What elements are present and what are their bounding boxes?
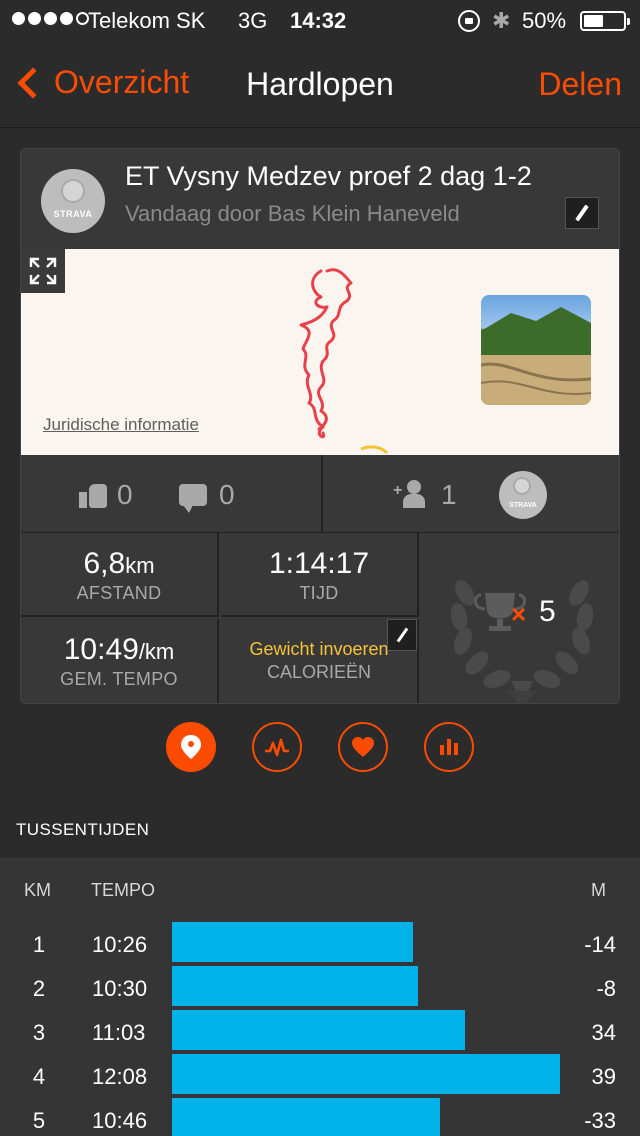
time-value: 1:14:17 xyxy=(268,547,370,580)
activity-card: STRAVA ET Vysny Medzev proef 2 dag 1-2 V… xyxy=(20,148,620,704)
tab-analysis[interactable] xyxy=(252,722,302,772)
table-row[interactable]: 2 10:30 -8 xyxy=(0,902,640,1006)
split-elevation: -33 xyxy=(584,1108,616,1133)
clock: 14:32 xyxy=(290,8,347,33)
battery-percentage: 50% xyxy=(522,8,567,33)
stat-distance: 6,8km AFSTAND xyxy=(21,533,219,617)
avatar-brand: STRAVA xyxy=(53,209,93,219)
status-bar: Telekom SK 3G 14:32 ✱ 50% xyxy=(0,0,640,42)
signal-strength-icon xyxy=(12,12,89,25)
achievements-multiplier: × xyxy=(511,599,527,629)
stat-calories[interactable]: Gewicht invoeren CALORIEËN xyxy=(221,619,419,703)
map-pin-icon xyxy=(181,735,201,759)
split-km: 5 xyxy=(32,1108,46,1133)
tab-map[interactable] xyxy=(166,722,216,772)
pencil-icon xyxy=(396,627,408,643)
splits-section-title: TUSSENTIJDEN xyxy=(16,820,150,839)
tab-splits[interactable] xyxy=(424,722,474,772)
activity-tabs xyxy=(0,722,640,772)
thumbs-up-icon xyxy=(79,482,107,508)
expand-map-button[interactable] xyxy=(21,249,65,293)
activity-title: ET Vysny Medzev proef 2 dag 1-2 xyxy=(125,161,532,191)
battery-icon xyxy=(580,11,630,31)
pace-value: 10:49 xyxy=(63,633,139,666)
activity-photo[interactable] xyxy=(481,295,591,405)
distance-value: 6,8 xyxy=(83,547,126,580)
social-bar: 0 0 + 1 STRAVA xyxy=(21,455,619,533)
distance-label: AFSTAND xyxy=(76,583,162,603)
table-row[interactable]: 1 10:26 -14 xyxy=(0,858,640,962)
pace-label: GEM. TEMPO xyxy=(60,669,178,689)
kudos-count: 0 xyxy=(117,479,133,510)
split-tempo: 10:46 xyxy=(92,1108,148,1133)
table-row[interactable]: 5 10:46 -33 xyxy=(0,1034,640,1136)
stat-pace: 10:49/km GEM. TEMPO xyxy=(21,619,219,703)
comments-button[interactable]: 0 xyxy=(179,479,235,513)
pace-unit: /km xyxy=(138,639,175,664)
pencil-icon xyxy=(575,204,589,222)
edit-activity-button[interactable] xyxy=(565,197,599,229)
expand-icon xyxy=(29,257,57,285)
group-athlete-avatar[interactable]: STRAVA xyxy=(499,471,547,519)
activity-graph-icon xyxy=(265,738,289,757)
athletes-count: 1 xyxy=(441,479,457,510)
kudos-button[interactable]: 0 xyxy=(79,479,133,511)
divider xyxy=(321,455,323,533)
share-button[interactable]: Delen xyxy=(538,66,622,103)
comment-icon xyxy=(179,484,207,513)
table-row[interactable]: 4 12:08 39 xyxy=(0,990,640,1094)
split-pace-bar xyxy=(172,1098,440,1136)
activity-header: STRAVA ET Vysny Medzev proef 2 dag 1-2 V… xyxy=(21,149,619,249)
athlete-avatar[interactable]: STRAVA xyxy=(41,169,105,233)
carrier-name: Telekom SK xyxy=(88,8,206,33)
small-avatar-brand: STRAVA xyxy=(509,502,537,509)
add-person-icon: + xyxy=(393,480,429,510)
tab-heart-rate[interactable] xyxy=(338,722,388,772)
legal-info-link[interactable]: Juridische informatie xyxy=(43,415,199,435)
comments-count: 0 xyxy=(219,479,235,510)
photo-landscape-icon xyxy=(481,307,591,405)
network-type: 3G xyxy=(238,8,268,33)
table-row[interactable]: 3 11:03 34 xyxy=(0,946,640,1050)
heart-icon xyxy=(352,737,374,757)
stat-time: 1:14:17 TIJD xyxy=(221,533,419,617)
calories-label: CALORIEËN xyxy=(266,662,372,682)
athletes-button[interactable]: + 1 xyxy=(393,479,457,511)
activity-stats: 6,8km AFSTAND 1:14:17 TIJD 10:49/km GEM.… xyxy=(21,533,619,703)
bluetooth-icon: ✱ xyxy=(492,8,511,33)
time-label: TIJD xyxy=(299,583,339,603)
activity-subtitle: Vandaag door Bas Klein Haneveld xyxy=(125,201,460,226)
rotation-lock-icon xyxy=(458,10,480,32)
achievements[interactable]: × 5 xyxy=(423,533,619,703)
route-map[interactable]: Juridische informatie xyxy=(21,249,619,455)
achievements-count: 5 xyxy=(539,595,556,628)
navigation-bar: Overzicht Hardlopen Delen xyxy=(0,42,640,128)
edit-weight-button[interactable] xyxy=(387,619,417,651)
splits-table: KM TEMPO M 1 10:26 -14 2 10:30 -8 3 11:03 34 4 12:… xyxy=(0,858,640,1136)
bar-chart-icon xyxy=(440,739,458,755)
distance-unit: km xyxy=(125,553,155,578)
